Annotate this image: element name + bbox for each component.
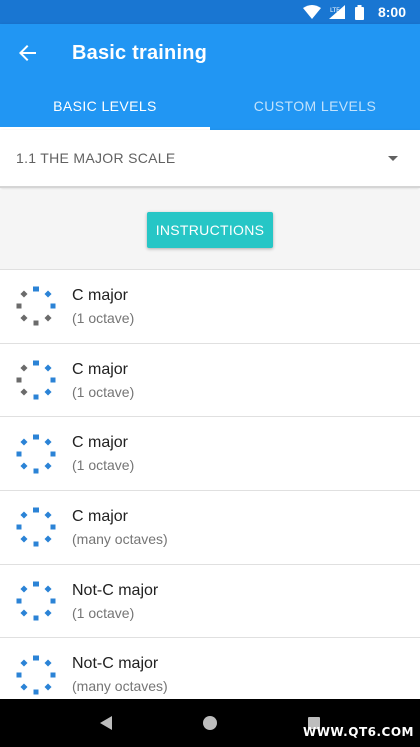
progress-segment	[16, 303, 22, 309]
level-name: C major	[72, 434, 129, 452]
progress-segment	[44, 290, 52, 298]
svg-text:LTE: LTE	[330, 7, 340, 14]
progress-segment	[50, 377, 56, 383]
progress-segment	[16, 377, 22, 383]
level-item[interactable]: Not-C major (1 octave)	[0, 564, 420, 639]
progress-ring-icon	[0, 491, 72, 564]
level-item[interactable]: C major (many octaves)	[0, 491, 420, 565]
progress-ring-icon	[0, 638, 72, 700]
progress-segment	[33, 360, 39, 366]
progress-segment	[33, 434, 39, 440]
instructions-button[interactable]: INSTRUCTIONS	[146, 211, 274, 248]
progress-segment	[20, 290, 28, 298]
level-name: C major	[72, 286, 129, 304]
tab-basic-levels[interactable]: BASIC LEVELS	[0, 82, 210, 130]
nav-home-button[interactable]	[190, 703, 230, 743]
progress-segment	[16, 598, 22, 604]
progress-segment	[20, 438, 28, 446]
level-item[interactable]: C major (1 octave)	[0, 343, 420, 418]
progress-ring-icon	[0, 565, 72, 638]
level-list: C major (1 octave) C major (1 octave) C ma…	[0, 270, 420, 700]
progress-segment	[20, 462, 28, 470]
progress-segment	[16, 451, 22, 457]
progress-segment	[20, 388, 28, 396]
progress-segment	[44, 585, 52, 593]
progress-segment	[50, 672, 56, 678]
wifi-icon	[302, 5, 321, 19]
back-button[interactable]	[0, 24, 56, 82]
progress-segment	[50, 598, 56, 604]
progress-segment	[44, 364, 52, 372]
progress-segment	[20, 511, 28, 519]
progress-segment	[44, 535, 52, 543]
level-subtitle: (many octaves)	[72, 678, 168, 695]
progress-segment	[20, 659, 28, 667]
progress-segment	[20, 609, 28, 617]
progress-ring-icon	[0, 344, 72, 417]
battery-icon	[354, 4, 364, 20]
level-subtitle: (many octaves)	[72, 530, 168, 547]
progress-segment	[20, 364, 28, 372]
level-name: C major	[72, 360, 129, 378]
progress-segment	[20, 683, 28, 691]
progress-segment	[44, 462, 52, 470]
progress-segment	[44, 659, 52, 667]
navigation-bar: WWW.QT6.COM	[0, 699, 420, 747]
app-bar: Basic training BASIC LEVELS CUSTOM LEVEL…	[0, 24, 420, 130]
progress-ring-icon	[0, 417, 72, 490]
progress-segment	[33, 286, 39, 292]
scale-selector-value: 1.1 THE MAJOR SCALE	[16, 150, 176, 166]
instructions-area: INSTRUCTIONS	[0, 190, 420, 270]
progress-segment	[33, 689, 39, 695]
circle-home-icon	[203, 716, 217, 730]
level-subtitle: (1 octave)	[72, 383, 135, 400]
watermark: WWW.QT6.COM	[302, 725, 414, 739]
level-subtitle: (1 octave)	[72, 309, 135, 326]
level-name: Not-C major	[72, 581, 159, 599]
progress-segment	[16, 524, 22, 530]
progress-segment	[44, 609, 52, 617]
dropdown-arrow-icon	[388, 155, 398, 161]
progress-segment	[20, 535, 28, 543]
progress-segment	[50, 524, 56, 530]
toolbar: Basic training	[0, 24, 420, 82]
progress-segment	[16, 672, 22, 678]
progress-segment	[33, 320, 39, 326]
progress-segment	[33, 581, 39, 587]
progress-segment	[20, 585, 28, 593]
level-subtitle: (1 octave)	[72, 457, 135, 474]
nav-back-button[interactable]	[86, 703, 126, 743]
progress-segment	[33, 507, 39, 513]
progress-segment	[44, 438, 52, 446]
level-subtitle: (1 octave)	[72, 604, 135, 621]
tab-custom-levels[interactable]: CUSTOM LEVELS	[210, 82, 420, 130]
progress-segment	[50, 303, 56, 309]
level-item[interactable]: C major (1 octave)	[0, 417, 420, 492]
progress-segment	[44, 314, 52, 322]
scale-selector[interactable]: 1.1 THE MAJOR SCALE	[0, 130, 420, 188]
triangle-back-icon	[100, 716, 112, 730]
level-name: C major	[72, 507, 129, 525]
arrow-back-icon	[19, 45, 36, 61]
progress-segment	[33, 655, 39, 661]
level-name: Not-C major	[72, 655, 159, 673]
progress-segment	[33, 615, 39, 621]
progress-segment	[33, 468, 39, 474]
page-title: Basic training	[72, 41, 208, 64]
clock: 8:00	[377, 4, 406, 20]
status-bar: LTE 8:00	[0, 0, 420, 24]
progress-segment	[33, 394, 39, 400]
tab-bar: BASIC LEVELS CUSTOM LEVELS	[0, 82, 420, 130]
progress-segment	[20, 314, 28, 322]
progress-segment	[50, 451, 56, 457]
progress-ring-icon	[0, 270, 72, 343]
progress-segment	[33, 541, 39, 547]
level-item[interactable]: Not-C major (many octaves)	[0, 638, 420, 700]
progress-segment	[44, 388, 52, 396]
progress-segment	[44, 511, 52, 519]
progress-segment	[44, 683, 52, 691]
level-item[interactable]: C major (1 octave)	[0, 270, 420, 344]
signal-icon: LTE	[328, 5, 347, 19]
